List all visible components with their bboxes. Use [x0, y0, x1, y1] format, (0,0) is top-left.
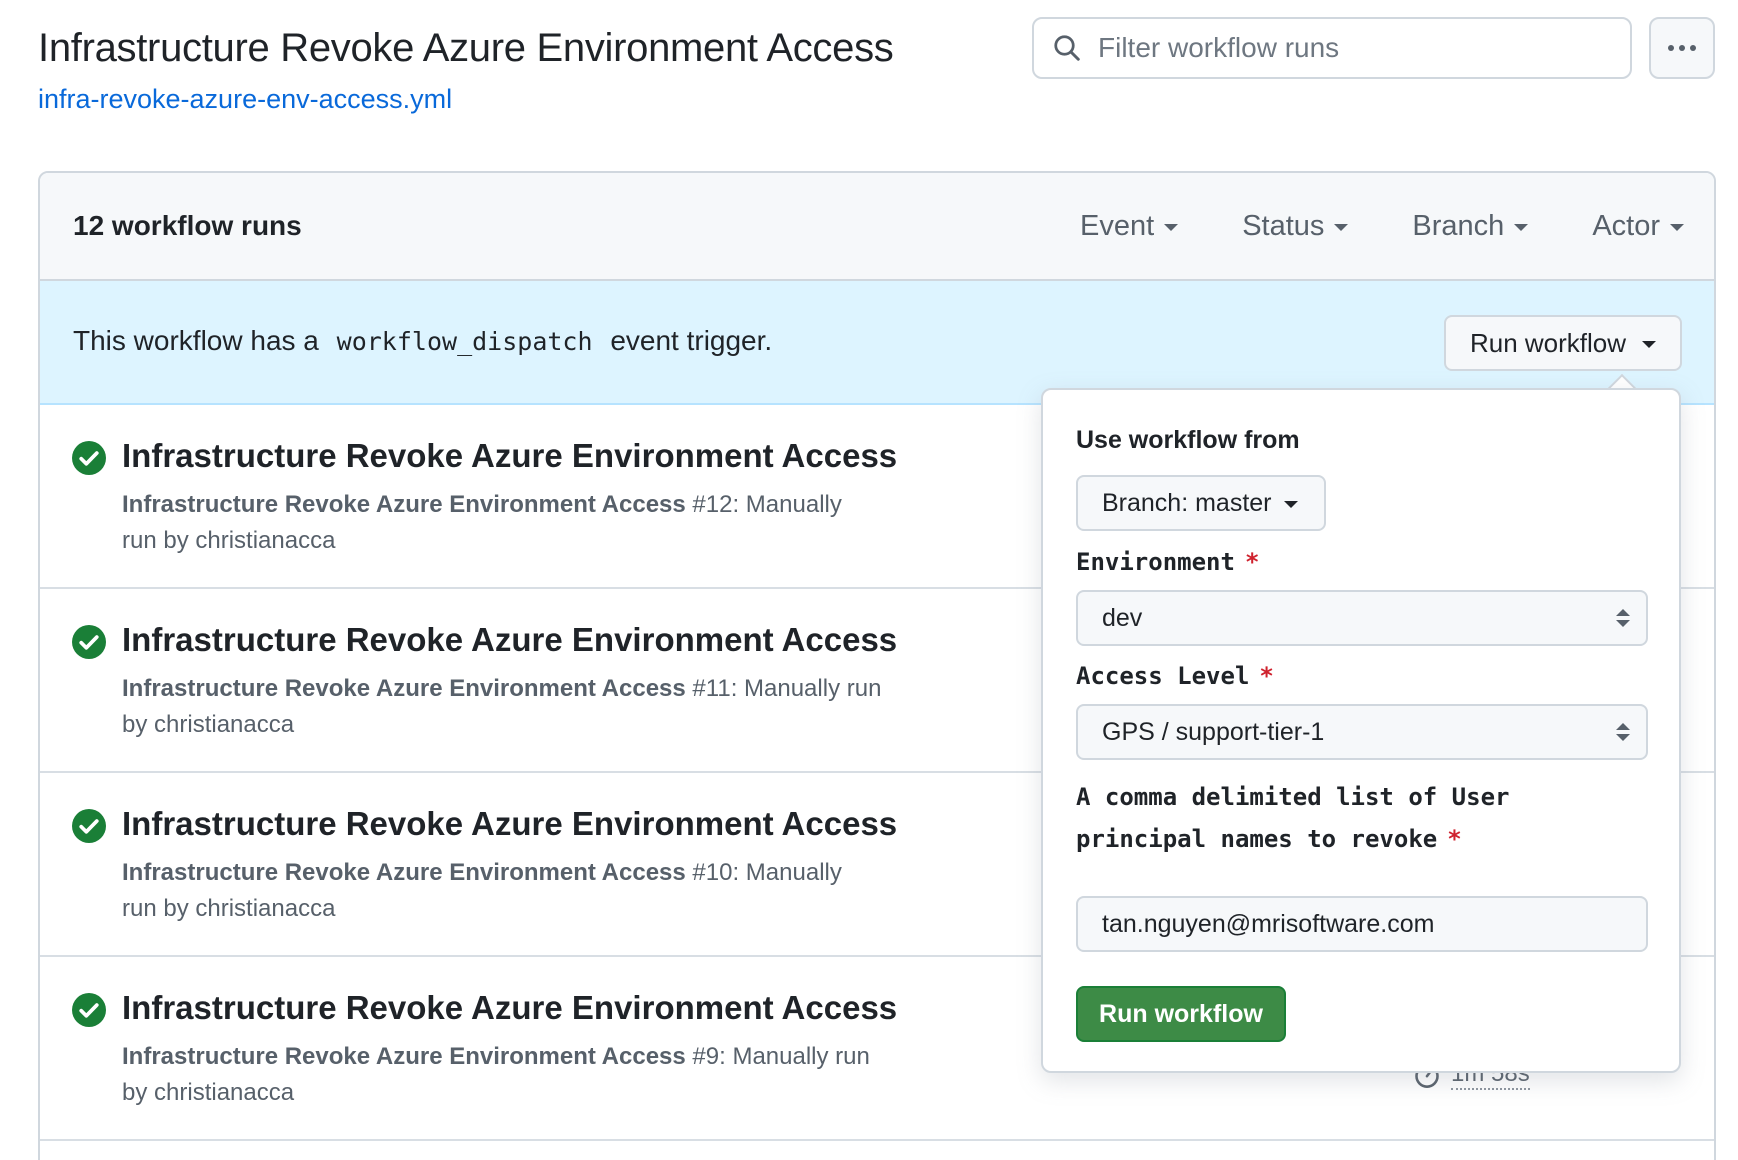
workflow-file-link[interactable]: infra-revoke-azure-env-access.yml: [38, 84, 452, 115]
use-workflow-from-label: Use workflow from: [1076, 426, 1300, 454]
filter-status-menu[interactable]: Status: [1242, 210, 1349, 243]
branch-select-button[interactable]: Branch: master: [1076, 475, 1326, 531]
filter-runs-input[interactable]: [1098, 32, 1618, 64]
more-options-button[interactable]: [1649, 17, 1715, 79]
caret-down-icon: [1334, 224, 1349, 231]
filter-event-menu[interactable]: Event: [1080, 210, 1179, 243]
success-check-icon: [72, 993, 106, 1027]
success-check-icon: [72, 441, 106, 475]
run-title-link[interactable]: Infrastructure Revoke Azure Environment …: [122, 437, 897, 475]
upn-list-label: A comma delimited list of User principal …: [1076, 783, 1510, 853]
run-title-link[interactable]: Infrastructure Revoke Azure Environment …: [122, 805, 897, 843]
success-check-icon: [72, 625, 106, 659]
dispatch-banner: This workflow has a workflow_dispatch ev…: [40, 281, 1714, 405]
access-level-label: Access Level *: [1076, 662, 1274, 690]
required-asterisk: *: [1259, 662, 1274, 690]
upn-list-input[interactable]: [1076, 896, 1648, 952]
run-meta: Infrastructure Revoke Azure Environment …: [122, 859, 842, 922]
run-workflow-submit-button[interactable]: Run workflow: [1076, 986, 1286, 1042]
caret-down-icon: [1514, 224, 1529, 231]
select-arrows-icon: [1616, 723, 1630, 741]
select-arrows-icon: [1616, 609, 1630, 627]
environment-label: Environment *: [1076, 548, 1260, 576]
filter-runs-field[interactable]: [1032, 17, 1632, 79]
caret-down-icon: [1642, 341, 1657, 348]
run-meta: Infrastructure Revoke Azure Environment …: [122, 491, 842, 554]
filter-actor-menu[interactable]: Actor: [1592, 210, 1684, 243]
kebab-icon: [1668, 45, 1674, 51]
run-workflow-dropdown-button[interactable]: Run workflow: [1444, 315, 1682, 371]
access-level-select[interactable]: GPS / support-tier-1: [1076, 704, 1648, 760]
filter-branch-menu[interactable]: Branch: [1412, 210, 1529, 243]
dispatch-code: workflow_dispatch: [336, 327, 593, 356]
caret-down-icon: [1670, 224, 1684, 231]
caret-down-icon: [1283, 501, 1298, 508]
run-title-link[interactable]: Infrastructure Revoke Azure Environment …: [122, 621, 897, 659]
page-title: Infrastructure Revoke Azure Environment …: [38, 26, 894, 70]
required-asterisk: *: [1244, 548, 1260, 576]
runs-header: 12 workflow runs Event Status Branch Act…: [40, 173, 1714, 281]
environment-select[interactable]: dev: [1076, 590, 1648, 646]
run-title-link[interactable]: Infrastructure Revoke Azure Environment …: [122, 989, 897, 1027]
run-workflow-popover: Use workflow from Branch: master Environ…: [1041, 388, 1681, 1073]
success-check-icon: [72, 809, 106, 843]
required-asterisk: *: [1447, 825, 1462, 853]
runs-count: 12 workflow runs: [73, 210, 302, 241]
run-meta: Infrastructure Revoke Azure Environment …: [122, 675, 882, 738]
run-meta: Infrastructure Revoke Azure Environment …: [122, 1043, 870, 1106]
caret-down-icon: [1164, 224, 1179, 231]
dispatch-banner-text: This workflow has a workflow_dispatch ev…: [73, 325, 773, 356]
search-icon: [1050, 31, 1084, 65]
